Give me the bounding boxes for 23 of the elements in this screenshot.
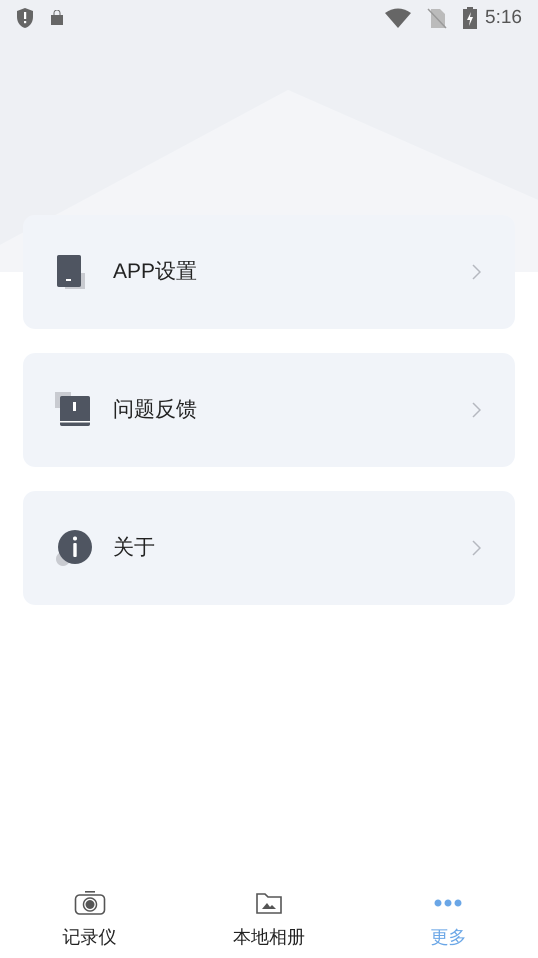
menu-label: 关于	[113, 535, 156, 562]
more-icon	[433, 898, 464, 908]
camera-icon	[74, 890, 106, 916]
wifi-icon	[385, 8, 412, 28]
info-icon	[55, 529, 93, 567]
book-icon	[55, 392, 91, 428]
shopping-bag-icon	[50, 10, 64, 26]
clock: 5:16	[485, 6, 522, 30]
menu-label: 问题反馈	[113, 397, 198, 424]
menu-label: APP设置	[113, 259, 198, 286]
menu-item[interactable]: 问题反馈	[23, 353, 515, 467]
chevron-right-icon	[472, 402, 481, 418]
battery-charging-icon	[463, 7, 478, 29]
shield-alert-icon	[16, 7, 34, 29]
no-sim-icon	[427, 7, 448, 29]
folder-image-icon	[256, 892, 282, 914]
menu-item[interactable]: APP设置	[23, 215, 515, 329]
chevron-right-icon	[472, 540, 481, 556]
tablet-icon	[55, 253, 87, 291]
menu-item[interactable]: 关于	[23, 491, 515, 605]
nav-tab[interactable]: 本地相册	[179, 888, 359, 958]
nav-tab[interactable]: 记录仪	[0, 888, 180, 958]
chevron-right-icon	[472, 264, 481, 280]
